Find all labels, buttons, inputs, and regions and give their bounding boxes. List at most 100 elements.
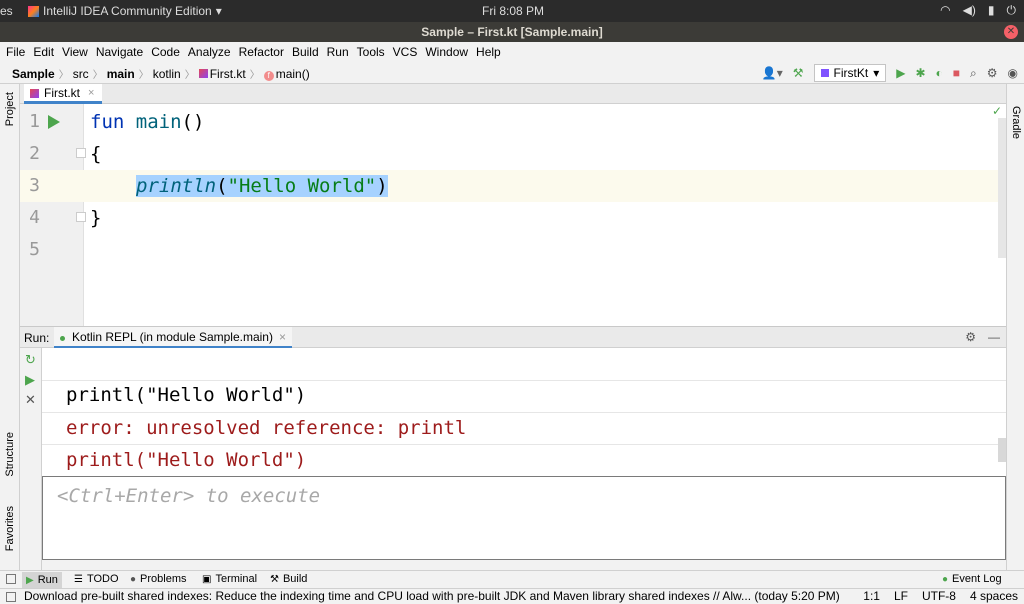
menu-vcs[interactable]: VCS xyxy=(393,45,418,59)
favorites-tool-button[interactable]: Favorites xyxy=(4,506,16,551)
power-icon: ⏻ xyxy=(1006,3,1017,17)
divider xyxy=(42,380,1006,381)
indent-setting[interactable]: 4 spaces xyxy=(970,589,1018,604)
close-icon[interactable]: ✕ xyxy=(25,392,36,408)
kotlin-config-icon xyxy=(820,69,829,77)
repl-console[interactable]: printl("Hello World") error: unresolved … xyxy=(42,348,1006,476)
tool-button-terminal[interactable]: ▣ Terminal xyxy=(202,573,257,585)
run-gutter-icon[interactable] xyxy=(48,115,60,129)
project-tool-button[interactable]: Project xyxy=(4,92,16,126)
minimize-icon[interactable]: — xyxy=(988,330,1000,344)
terminal-icon: ▣ xyxy=(202,573,212,585)
code-line: 5 xyxy=(20,234,1006,266)
hammer-icon[interactable]: ⚒ xyxy=(793,66,804,80)
app-menu[interactable]: IntelliJ IDEA Community Edition ▾ xyxy=(28,4,222,18)
fold-icon[interactable] xyxy=(76,212,86,222)
execute-icon[interactable]: ▶ xyxy=(25,372,35,388)
profile-icon[interactable]: ◉ xyxy=(1008,66,1018,80)
tab-kotlin-repl[interactable]: Kotlin REPL (in module Sample.main) × xyxy=(54,327,292,349)
breadcrumb-kotlin[interactable]: kotlin xyxy=(153,67,181,81)
breadcrumb-main[interactable]: main xyxy=(107,67,135,81)
gear-icon[interactable]: ⚙ xyxy=(965,330,976,344)
function-call: println xyxy=(136,175,217,197)
chevron-right-icon: 〉 xyxy=(138,70,149,81)
activities-button[interactable]: es xyxy=(0,4,13,18)
menu-code[interactable]: Code xyxy=(151,45,180,59)
tool-button-label: Problems xyxy=(140,573,187,585)
run-tab-label: Kotlin REPL (in module Sample.main) xyxy=(72,329,273,344)
code-line-current: 3 println("Hello World") xyxy=(20,170,1006,202)
console-line: printl("Hello World") xyxy=(66,384,307,406)
settings-icon[interactable]: ⚙ xyxy=(987,66,998,80)
menu-run[interactable]: Run xyxy=(327,45,349,59)
chevron-right-icon: 〉 xyxy=(249,70,260,81)
menu-refactor[interactable]: Refactor xyxy=(239,45,284,59)
chevron-down-icon: ▾ xyxy=(873,66,880,80)
code-editor[interactable]: ✓ 1 fun main() 2 { 3 println("Hello Worl… xyxy=(20,104,1006,326)
search-icon[interactable]: ⌕ xyxy=(970,66,977,81)
menu-window[interactable]: Window xyxy=(425,45,468,59)
menu-edit[interactable]: Edit xyxy=(33,45,54,59)
code-line: 4 } xyxy=(20,202,1006,234)
menu-analyze[interactable]: Analyze xyxy=(188,45,231,59)
tool-button-build[interactable]: ⚒ Build xyxy=(270,573,307,585)
stop-icon[interactable]: ■ xyxy=(953,66,960,80)
structure-tool-button[interactable]: Structure xyxy=(4,432,16,477)
close-icon[interactable]: × xyxy=(88,87,94,99)
main-toolbar: 👤▾ ⚒ FirstKt ▾ ▶ ✱ ◐ ■ ⌕ ⚙ ◉ xyxy=(762,64,1018,82)
repl-input[interactable]: <Ctrl+Enter> to execute xyxy=(42,476,1006,560)
status-widgets: 1:1 LF UTF-8 4 spaces xyxy=(863,589,1018,604)
app-name: IntelliJ IDEA Community Edition xyxy=(43,4,212,18)
todo-icon: ☰ xyxy=(74,573,83,585)
window-title-bar: Sample – First.kt [Sample.main] ✕ xyxy=(0,22,1024,42)
problems-icon: ● xyxy=(130,573,137,585)
line-separator[interactable]: LF xyxy=(894,589,908,604)
window-title: Sample – First.kt [Sample.main] xyxy=(421,25,603,39)
function-name: main xyxy=(135,111,182,133)
file-encoding[interactable]: UTF-8 xyxy=(922,589,956,604)
rerun-icon[interactable]: ↻ xyxy=(25,352,36,368)
console-scrollbar[interactable] xyxy=(998,438,1006,462)
coverage-icon[interactable]: ◐ xyxy=(936,66,943,80)
code-text: fun main() xyxy=(90,106,204,138)
menu-build[interactable]: Build xyxy=(292,45,319,59)
tool-button-event-log[interactable]: ● Event Log xyxy=(942,573,1002,585)
window-close-button[interactable]: ✕ xyxy=(1004,25,1018,39)
tool-button-todo[interactable]: ☰ TODO xyxy=(74,573,119,585)
breadcrumb-src[interactable]: src xyxy=(73,67,89,81)
system-top-bar: es IntelliJ IDEA Community Edition ▾ Fri… xyxy=(0,0,1024,22)
caret-position[interactable]: 1:1 xyxy=(863,589,880,604)
tool-windows-icon[interactable] xyxy=(6,574,16,584)
clock[interactable]: Fri 8:08 PM xyxy=(482,4,544,18)
line-number: 5 xyxy=(29,239,40,260)
wifi-icon: ◠ xyxy=(940,3,951,17)
breadcrumb-file[interactable]: First.kt xyxy=(198,66,246,81)
breadcrumb-function[interactable]: f main() xyxy=(263,67,310,81)
menu-tools[interactable]: Tools xyxy=(357,45,385,59)
menu-help[interactable]: Help xyxy=(476,45,501,59)
menu-file[interactable]: File xyxy=(6,45,25,59)
menu-navigate[interactable]: Navigate xyxy=(96,45,143,59)
tool-button-problems[interactable]: ● Problems xyxy=(130,573,187,585)
tool-button-label: Build xyxy=(282,573,308,585)
menu-view[interactable]: View xyxy=(62,45,88,59)
keyword: fun xyxy=(90,111,125,133)
chevron-down-icon: ▾ xyxy=(215,4,222,18)
tool-button-run[interactable]: ▶ Run xyxy=(22,572,62,588)
tab-first-kt[interactable]: First.kt × xyxy=(24,84,103,104)
editor-scrollbar[interactable] xyxy=(998,118,1006,258)
fold-icon[interactable] xyxy=(76,148,86,158)
run-icon[interactable]: ▶ xyxy=(896,66,905,80)
debug-icon[interactable]: ✱ xyxy=(915,66,925,80)
gradle-tool-button[interactable]: Gradle xyxy=(1010,106,1022,139)
run-icon: ▶ xyxy=(26,574,34,586)
punctuation: ( xyxy=(216,175,228,197)
run-configuration-select[interactable]: FirstKt ▾ xyxy=(813,64,887,82)
breadcrumb-project[interactable]: Sample xyxy=(12,67,55,81)
add-user-icon[interactable]: 👤▾ xyxy=(762,66,783,80)
close-icon[interactable]: × xyxy=(279,330,286,344)
notification-icon[interactable] xyxy=(6,592,16,602)
system-tray[interactable]: ◠ ◀) ▮ ⏻ xyxy=(940,3,1016,18)
status-message[interactable]: Download pre-built shared indexes: Reduc… xyxy=(24,589,840,604)
breadcrumb-file-label: First.kt xyxy=(209,66,246,81)
